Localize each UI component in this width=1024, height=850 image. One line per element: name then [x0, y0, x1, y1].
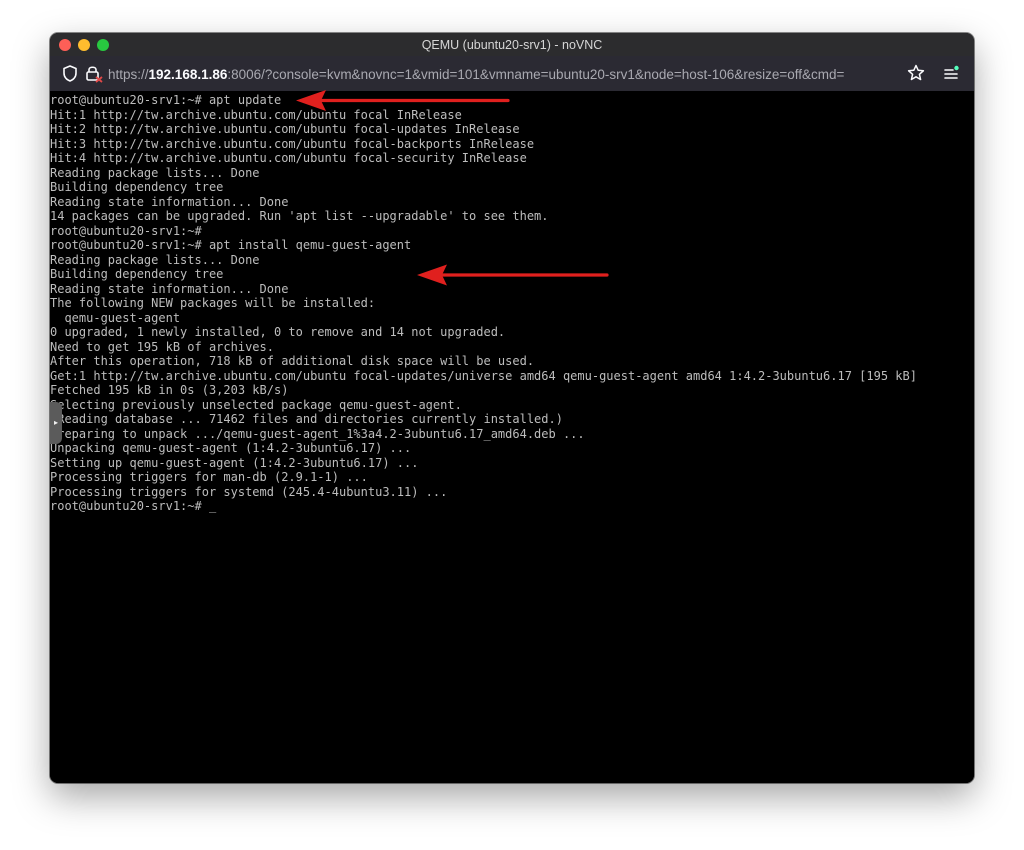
- terminal-line: root@ubuntu20-srv1:~#: [50, 223, 202, 238]
- url-scheme: https://: [108, 66, 149, 82]
- close-window-button[interactable]: [59, 39, 71, 51]
- terminal-prompt: root@ubuntu20-srv1:~#: [50, 499, 209, 513]
- terminal-line: Hit:2 http://tw.archive.ubuntu.com/ubunt…: [50, 122, 520, 136]
- terminal-line: After this operation, 718 kB of addition…: [50, 354, 535, 368]
- terminal-line: Reading state information... Done: [50, 281, 289, 296]
- window-controls: [59, 39, 109, 51]
- maximize-window-button[interactable]: [97, 39, 109, 51]
- terminal-line: Get:1 http://tw.archive.ubuntu.com/ubunt…: [50, 368, 917, 383]
- url-host: 192.168.1.86: [148, 66, 228, 82]
- annotation-arrow-apt-update: [296, 90, 510, 111]
- terminal-line: root@ubuntu20-srv1:~# apt update: [50, 93, 282, 107]
- terminal-line: 0 upgraded, 1 newly installed, 0 to remo…: [50, 325, 506, 339]
- terminal-line: Preparing to unpack .../qemu-guest-agent…: [50, 426, 585, 441]
- lock-icon[interactable]: [85, 64, 103, 83]
- url-path: :8006/?console=kvm&novnc=1&vmid=101&vmna…: [227, 66, 845, 82]
- terminal-line: Hit:3 http://tw.archive.ubuntu.com/ubunt…: [50, 136, 535, 151]
- terminal-line: Unpacking qemu-guest-agent (1:4.2-3ubunt…: [50, 441, 412, 455]
- terminal-line: (Reading database ... 71462 files and di…: [50, 412, 563, 426]
- novnc-control-bar-handle[interactable]: ▸: [50, 402, 62, 444]
- terminal-line: 14 packages can be upgraded. Run 'apt li…: [50, 209, 549, 223]
- terminal-cursor: _: [208, 499, 217, 513]
- address-bar[interactable]: https://192.168.1.86:8006/?console=kvm&n…: [108, 62, 874, 86]
- terminal-line: root@ubuntu20-srv1:~# apt install qemu-g…: [50, 238, 412, 252]
- browser-window: QEMU (ubuntu20-srv1) - noVNC https://192…: [50, 33, 974, 783]
- terminal-line: Processing triggers for man-db (2.9.1-1)…: [50, 470, 368, 484]
- minimize-window-button[interactable]: [78, 39, 90, 51]
- terminal-line: qemu-guest-agent: [50, 310, 181, 325]
- expand-arrow-icon: ▸: [53, 418, 58, 427]
- terminal-output: root@ubuntu20-srv1:~# apt update Hit:1 h…: [50, 93, 917, 514]
- terminal-line: Selecting previously unselected package …: [50, 397, 462, 412]
- terminal-line: Building dependency tree: [50, 180, 224, 194]
- annotation-arrow-apt-install: [417, 264, 609, 286]
- terminal-line: Reading package lists... Done: [50, 165, 260, 180]
- terminal-line: Fetched 195 kB in 0s (3,203 kB/s): [50, 383, 289, 397]
- terminal-line: Processing triggers for systemd (245.4-4…: [50, 484, 448, 499]
- terminal-line: Need to get 195 kB of archives.: [50, 339, 274, 354]
- shield-icon[interactable]: [62, 65, 78, 82]
- terminal-line: Hit:4 http://tw.archive.ubuntu.com/ubunt…: [50, 151, 527, 165]
- terminal-line: Reading package lists... Done: [50, 252, 260, 267]
- browser-toolbar: https://192.168.1.86:8006/?console=kvm&n…: [50, 56, 974, 92]
- terminal-line: Reading state information... Done: [50, 194, 289, 209]
- window-title: QEMU (ubuntu20-srv1) - noVNC: [421, 37, 603, 52]
- vnc-console[interactable]: root@ubuntu20-srv1:~# apt update Hit:1 h…: [50, 90, 974, 783]
- menu-icon[interactable]: [942, 64, 960, 82]
- terminal-line: Building dependency tree: [50, 267, 224, 281]
- title-bar: QEMU (ubuntu20-srv1) - noVNC: [50, 33, 974, 56]
- terminal-line: Setting up qemu-guest-agent (1:4.2-3ubun…: [50, 455, 419, 470]
- terminal-line: The following NEW packages will be insta…: [50, 296, 376, 310]
- star-icon[interactable]: [907, 64, 925, 82]
